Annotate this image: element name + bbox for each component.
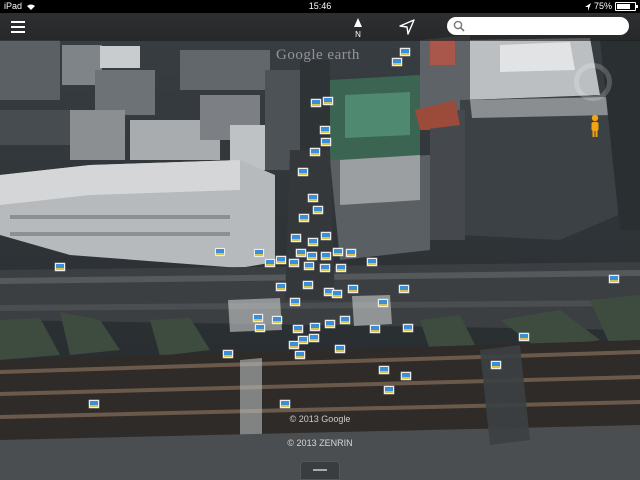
battery-percent: 75%: [593, 1, 612, 11]
photo-marker-icon[interactable]: [88, 399, 100, 409]
photo-marker-icon[interactable]: [307, 193, 319, 203]
photo-marker-icon[interactable]: [292, 324, 304, 334]
compass-ring-icon[interactable]: [574, 63, 612, 101]
photo-marker-icon[interactable]: [320, 137, 332, 147]
battery-icon: [615, 2, 638, 11]
location-services-icon: [584, 2, 591, 11]
photo-marker-icon[interactable]: [297, 167, 309, 177]
photo-marker-icon[interactable]: [252, 313, 264, 323]
photo-marker-icon[interactable]: [289, 297, 301, 307]
photo-marker-icon[interactable]: [312, 205, 324, 215]
photo-marker-icon[interactable]: [294, 350, 306, 360]
google-earth-watermark: Google earth: [276, 47, 360, 63]
location-arrow-icon[interactable]: [398, 18, 416, 36]
photo-marker-icon[interactable]: [253, 248, 265, 258]
photo-marker-icon[interactable]: [347, 284, 359, 294]
photo-marker-icon[interactable]: [264, 258, 276, 268]
photo-marker-icon[interactable]: [322, 96, 334, 106]
photo-marker-icon[interactable]: [214, 247, 226, 257]
photo-marker-icon[interactable]: [331, 289, 343, 299]
status-right: 75%: [584, 0, 638, 13]
photo-marker-icon[interactable]: [518, 332, 530, 342]
copyright-google: © 2013 Google: [289, 414, 351, 424]
railway: [0, 340, 640, 480]
photo-marker-icon[interactable]: [306, 251, 318, 261]
photo-marker-icon[interactable]: [298, 213, 310, 223]
photo-marker-icon[interactable]: [288, 258, 300, 268]
photo-marker-icon[interactable]: [320, 231, 332, 241]
photo-marker-icon[interactable]: [303, 261, 315, 271]
photo-marker-icon[interactable]: [391, 57, 403, 67]
photo-marker-icon[interactable]: [369, 324, 381, 334]
photo-marker-icon[interactable]: [319, 263, 331, 273]
search-icon: [453, 20, 465, 32]
photo-marker-icon[interactable]: [332, 247, 344, 257]
earth-3d-map[interactable]: [0, 0, 640, 480]
search-input[interactable]: [469, 18, 627, 35]
photo-marker-icon[interactable]: [279, 399, 291, 409]
north-label: N: [355, 30, 361, 39]
photo-marker-icon[interactable]: [271, 315, 283, 325]
photo-marker-icon[interactable]: [308, 333, 320, 343]
drawer-handle-icon[interactable]: [300, 461, 340, 480]
photo-marker-icon[interactable]: [288, 340, 300, 350]
photo-marker-icon[interactable]: [345, 248, 357, 258]
photo-marker-icon[interactable]: [608, 274, 620, 284]
photo-marker-icon[interactable]: [490, 360, 502, 370]
photo-marker-icon[interactable]: [320, 251, 332, 261]
pegman-icon[interactable]: [589, 114, 601, 138]
photo-marker-icon[interactable]: [319, 125, 331, 135]
photo-marker-icon[interactable]: [398, 284, 410, 294]
photo-marker-icon[interactable]: [402, 323, 414, 333]
photo-marker-icon[interactable]: [297, 335, 309, 345]
photo-marker-icon[interactable]: [254, 323, 266, 333]
compass-north-icon[interactable]: N: [350, 17, 366, 39]
photo-marker-icon[interactable]: [366, 257, 378, 267]
photo-marker-icon[interactable]: [399, 47, 411, 57]
photo-marker-icon[interactable]: [290, 233, 302, 243]
photo-marker-icon[interactable]: [383, 385, 395, 395]
photo-marker-icon[interactable]: [222, 349, 234, 359]
photo-marker-icon[interactable]: [334, 344, 346, 354]
photo-marker-icon[interactable]: [275, 282, 287, 292]
search-bar[interactable]: [447, 17, 629, 35]
photo-marker-icon[interactable]: [275, 255, 287, 265]
photo-marker-icon[interactable]: [378, 365, 390, 375]
clock-label: 15:46: [308, 1, 332, 11]
copyright-zenrin: © 2013 ZENRIN: [287, 438, 353, 448]
photo-marker-icon[interactable]: [309, 147, 321, 157]
photo-marker-icon[interactable]: [335, 263, 347, 273]
photo-marker-icon[interactable]: [400, 371, 412, 381]
status-bar: iPad 15:46 75%: [0, 0, 640, 13]
photo-marker-icon[interactable]: [339, 315, 351, 325]
photo-marker-icon[interactable]: [54, 262, 66, 272]
photo-marker-icon[interactable]: [307, 237, 319, 247]
photo-marker-icon[interactable]: [309, 322, 321, 332]
menu-icon[interactable]: [11, 21, 25, 33]
photo-marker-icon[interactable]: [324, 319, 336, 329]
photo-marker-icon[interactable]: [295, 248, 307, 258]
photo-marker-icon[interactable]: [377, 298, 389, 308]
photo-marker-icon[interactable]: [310, 98, 322, 108]
photo-marker-icon[interactable]: [302, 280, 314, 290]
